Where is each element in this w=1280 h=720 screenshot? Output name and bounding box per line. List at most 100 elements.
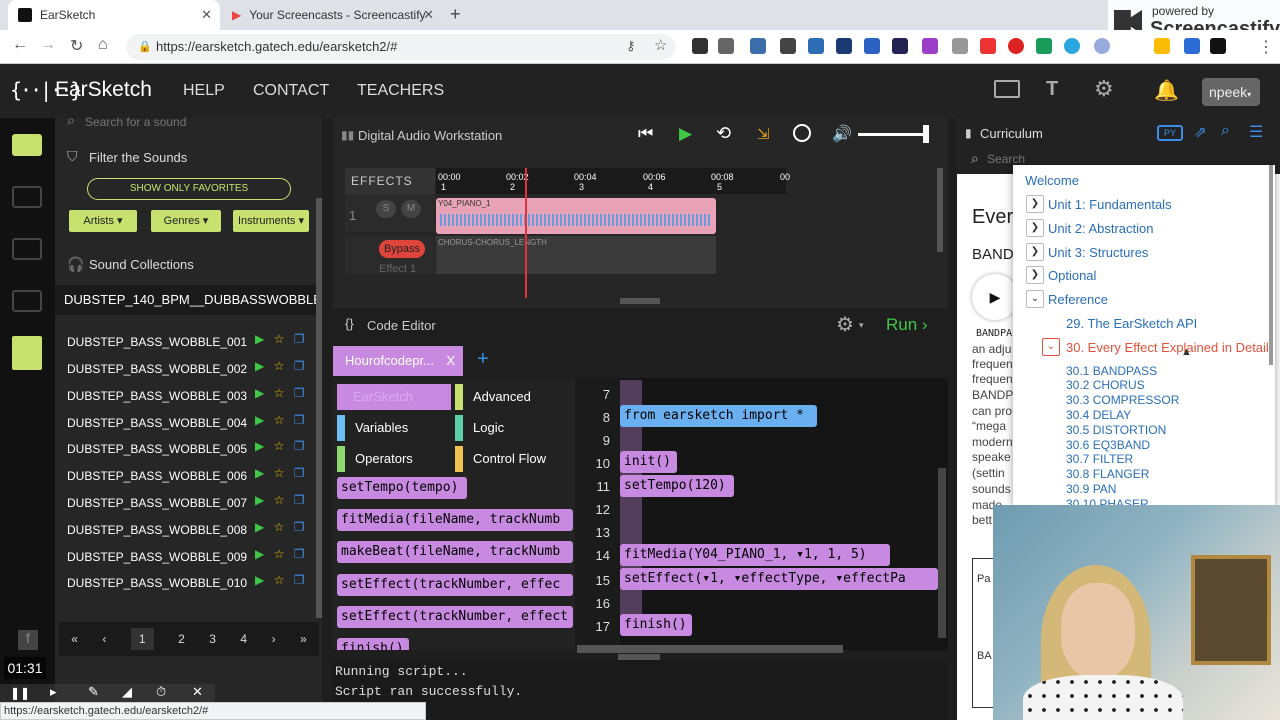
keyboard-icon[interactable] [994, 80, 1020, 98]
nav-contact[interactable]: CONTACT [253, 82, 329, 100]
copy-icon[interactable]: ❐ [294, 493, 305, 507]
caret-down-icon[interactable]: ▾ [859, 320, 864, 331]
metronome-icon[interactable] [793, 124, 811, 142]
palette-block[interactable]: fitMedia(fileName, trackNumb [337, 509, 573, 531]
toc-unit-1[interactable]: Unit 1: Fundamentals [1048, 197, 1172, 212]
page-1[interactable]: 1 [130, 628, 154, 650]
list-item[interactable]: DUBSTEP_BASS_WOBBLE_001 [67, 335, 247, 349]
chevron-down-icon[interactable]: ⌄ [1042, 338, 1060, 356]
close-tab-icon[interactable]: ✕ [201, 7, 212, 23]
toc-menu-icon[interactable]: ☰ [1249, 122, 1263, 142]
loop-icon[interactable]: ⟲ [716, 123, 731, 144]
palette-block[interactable]: setTempo(tempo) [337, 477, 467, 499]
new-tab-icon[interactable]: + [450, 4, 461, 25]
browser-tab-earsketch[interactable]: EarSketch ✕ [8, 0, 220, 30]
bypass-button[interactable]: Bypass [379, 240, 425, 258]
play-icon[interactable]: ▶ [255, 547, 264, 561]
extension-icon[interactable] [780, 38, 796, 54]
nav-teachers[interactable]: TEACHERS [357, 82, 444, 100]
toc-unit-3[interactable]: Unit 3: Structures [1048, 245, 1148, 260]
new-tab-plus-icon[interactable]: + [477, 348, 489, 371]
play-icon[interactable]: ▶ [255, 332, 264, 346]
list-item[interactable]: DUBSTEP_BASS_WOBBLE_002 [67, 362, 247, 376]
copy-icon[interactable]: ❐ [294, 386, 305, 400]
extension-icon[interactable] [1094, 38, 1110, 54]
instruments-filter-button[interactable]: Instruments ▾ [233, 210, 309, 232]
toc-scrollbar[interactable] [1269, 165, 1273, 365]
facebook-icon[interactable]: f [18, 630, 38, 650]
copy-icon[interactable]: ❐ [294, 359, 305, 373]
share-icon[interactable]: ⇗ [1194, 123, 1207, 141]
pen-icon[interactable]: ✎ [88, 684, 99, 700]
category-earsketch[interactable]: EarSketch [337, 384, 451, 410]
play-icon[interactable]: ▶ [255, 520, 264, 534]
favorite-star-icon[interactable]: ☆ [274, 493, 285, 507]
close-file-button[interactable]: X [446, 346, 455, 376]
list-item[interactable]: DUBSTEP_BASS_WOBBLE_007 [67, 496, 247, 510]
app-title[interactable]: EarSketch [55, 78, 152, 102]
home-icon[interactable]: ⌂ [98, 36, 108, 54]
effect-clip[interactable]: CHORUS-CHORUS_LENGTH [436, 236, 716, 274]
toc-unit-2[interactable]: Unit 2: Abstraction [1048, 221, 1154, 236]
play-icon[interactable]: ▶ [255, 493, 264, 507]
list-item[interactable]: DUBSTEP_BASS_WOBBLE_009 [67, 550, 247, 564]
chevron-right-icon[interactable]: ❯ [1026, 266, 1044, 284]
daw-resize-handle[interactable] [620, 298, 660, 304]
file-tab[interactable]: Hourofcodepr... X [333, 346, 463, 376]
toc-effect-item[interactable]: 30.9 PAN [1066, 482, 1116, 496]
copy-icon[interactable]: ❐ [294, 520, 305, 534]
page-3[interactable]: 3 [209, 632, 216, 646]
play-icon[interactable]: ▶ [255, 413, 264, 427]
extension-icon[interactable] [1154, 38, 1170, 54]
trash-folder-icon[interactable] [12, 290, 42, 312]
close-tab-icon[interactable]: ✕ [423, 7, 434, 23]
extension-icon[interactable] [718, 38, 734, 54]
extension-icon[interactable] [1008, 38, 1024, 54]
page-first[interactable]: « [71, 632, 78, 646]
favorite-star-icon[interactable]: ☆ [274, 439, 285, 453]
list-item[interactable]: DUBSTEP_BASS_WOBBLE_003 [67, 389, 247, 403]
audio-clip[interactable]: Y04_PIANO_1 [436, 198, 716, 234]
toc-effect-item[interactable]: 30.3 COMPRESSOR [1066, 393, 1179, 407]
toc-api[interactable]: 29. The EarSketch API [1066, 316, 1197, 331]
toc-effect-item[interactable]: 30.8 FLANGER [1066, 467, 1149, 481]
editor-settings-gear-icon[interactable]: ⚙ [836, 312, 854, 337]
category-advanced[interactable]: Advanced [455, 384, 565, 410]
list-item[interactable]: DUBSTEP_BASS_WOBBLE_006 [67, 469, 247, 483]
toc-effect-item[interactable]: 30.4 DELAY [1066, 408, 1131, 422]
play-icon[interactable]: ▶ [255, 573, 264, 587]
extension-icon[interactable] [864, 38, 880, 54]
sound-search-input[interactable] [85, 114, 305, 130]
palette-block[interactable]: makeBeat(fileName, trackNumb [337, 541, 573, 563]
code-horizontal-scrollbar[interactable] [577, 645, 843, 653]
favorite-star-icon[interactable]: ☆ [274, 573, 285, 587]
extension-icon[interactable] [892, 38, 908, 54]
page-4[interactable]: 4 [240, 632, 247, 646]
toc-effect-item[interactable]: 30.5 DISTORTION [1066, 423, 1166, 437]
list-item[interactable]: DUBSTEP_BASS_WOBBLE_005 [67, 442, 247, 456]
show-favorites-button[interactable]: SHOW ONLY FAVORITES [87, 178, 291, 200]
extension-icon[interactable] [952, 38, 968, 54]
chevron-right-icon[interactable]: ❯ [1026, 243, 1044, 261]
rewind-icon[interactable]: ⏮ [638, 124, 653, 144]
scripts-folder-icon[interactable] [12, 186, 42, 208]
volume-icon[interactable]: 🔊 [832, 124, 852, 144]
favorite-star-icon[interactable]: ☆ [274, 359, 285, 373]
chevron-right-icon[interactable]: ❯ [1026, 195, 1044, 213]
url-field[interactable]: 🔒 https://earsketch.gatech.edu/earsketch… [126, 34, 676, 60]
search-icon[interactable]: ⌕ [1221, 122, 1230, 140]
page-last[interactable]: » [300, 632, 307, 646]
playhead[interactable] [525, 168, 527, 298]
eraser-icon[interactable]: ◢ [122, 684, 132, 700]
pointer-icon[interactable]: ▸ [50, 684, 57, 700]
artists-filter-button[interactable]: Artists ▾ [69, 210, 137, 232]
category-operators[interactable]: Operators [337, 446, 451, 472]
forward-icon[interactable]: → [40, 36, 56, 54]
bookmark-star-icon[interactable]: ☆ [654, 36, 667, 54]
settings-gear-icon[interactable]: ⚙ [1094, 76, 1114, 102]
extension-icon[interactable] [922, 38, 938, 54]
copy-icon[interactable]: ❐ [294, 466, 305, 480]
solo-button[interactable]: S [376, 200, 396, 218]
close-icon[interactable]: ✕ [192, 684, 203, 700]
favorite-star-icon[interactable]: ☆ [274, 332, 285, 346]
